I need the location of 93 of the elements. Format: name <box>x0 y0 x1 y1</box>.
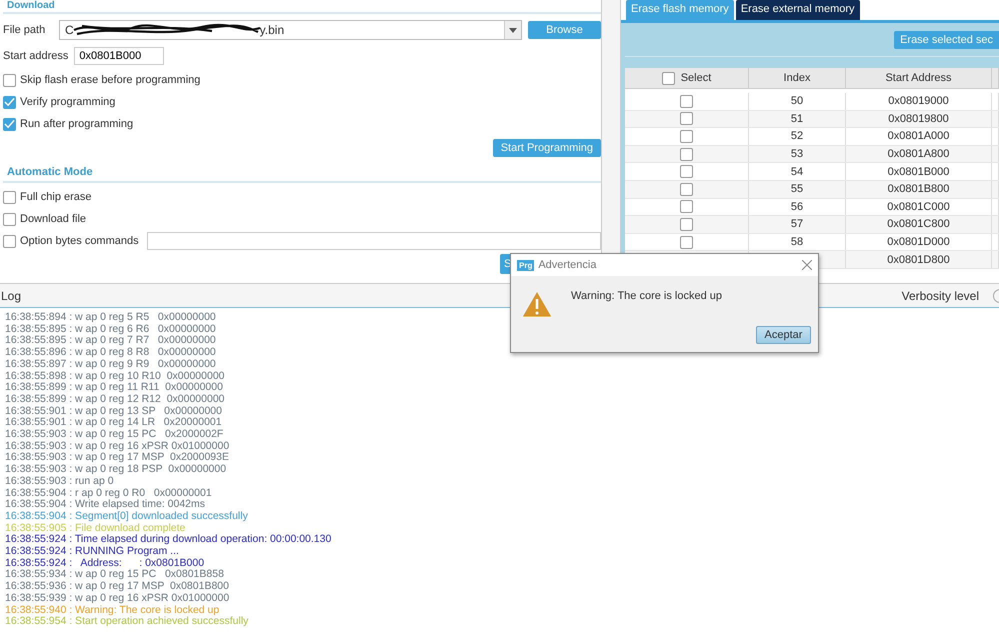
column-header: Start Address <box>846 68 992 88</box>
checkbox-label: Download file <box>20 213 86 225</box>
checkbox[interactable] <box>680 165 693 178</box>
log-line: 16:38:55:924 : Address: : 0x0801B000 <box>5 558 204 570</box>
checkbox[interactable] <box>3 212 16 226</box>
log-line: 16:38:55:904 : Write elapsed time: 0042ms <box>5 499 206 511</box>
checkbox[interactable] <box>3 118 16 130</box>
log-line: 16:38:55:903 : run ap 0 <box>5 476 114 488</box>
table-cell: 55 <box>790 183 804 196</box>
checkbox[interactable] <box>680 236 693 249</box>
table-cell: 51 <box>790 112 804 125</box>
checkbox-label: Verify programming <box>20 96 116 108</box>
table-cell: 53 <box>790 148 804 160</box>
log-line: 16:38:55:936 : w ap 0 reg 17 MSP 0x0801B800 <box>5 581 229 593</box>
log-line: 16:38:55:901 : w ap 0 reg 14 LR 0x20000001 <box>5 417 222 430</box>
log-line: 16:38:55:954 : Start operation achieved successfully <box>5 616 248 628</box>
tab[interactable]: Erase flash memory <box>626 0 734 20</box>
table-cell: 0x0801C000 <box>887 200 950 213</box>
checkbox[interactable] <box>680 112 693 126</box>
app-badge: Prg <box>517 260 534 270</box>
start-programming-button[interactable]: Start Programming <box>492 139 601 157</box>
log-line: 16:38:55:897 : w ap 0 reg 9 R9 0x00000000 <box>5 358 216 371</box>
checkbox-label: Option bytes commands <box>20 235 139 247</box>
checkbox[interactable] <box>680 182 693 196</box>
log-line: 16:38:55:899 : w ap 0 reg 12 R12 0x00000000 <box>5 394 225 406</box>
table-cell: 0x0801D800 <box>887 254 950 266</box>
table-cell: 0x0801A000 <box>888 130 950 142</box>
accept-button[interactable]: Aceptar <box>756 326 811 344</box>
checkbox-label: Full chip erase <box>20 191 92 203</box>
checkbox[interactable] <box>662 72 675 84</box>
log-line: 16:38:55:924 : Time elapsed during download operation: 00:00:00.130 <box>5 534 332 546</box>
field-label: Start address <box>3 50 68 62</box>
checkbox[interactable] <box>680 218 693 231</box>
checkbox[interactable] <box>3 190 16 204</box>
log-line: 16:38:55:939 : w ap 0 reg 16 xPSR 0x01000000 <box>5 592 230 605</box>
log-title: Log <box>0 288 22 302</box>
log-line: 16:38:55:896 : w ap 0 reg 8 R8 0x00000000 <box>5 347 216 359</box>
log-line: 16:38:55:904 : r ap 0 reg 0 R0 0x00000001 <box>5 488 212 499</box>
log-line: 16:38:55:940 : Warning: The core is locked up <box>5 604 220 616</box>
table-cell: 0x08019000 <box>888 95 949 108</box>
log-line: 16:38:55:894 : w ap 0 reg 5 R5 0x00000000 <box>5 312 216 324</box>
log-line: 16:38:55:934 : w ap 0 reg 15 PC 0x0801B858 <box>5 569 224 582</box>
table-cell: 52 <box>790 130 804 142</box>
table-cell: 0x0801B800 <box>888 183 950 196</box>
close-icon[interactable] <box>802 260 812 270</box>
checkbox-label: Run after programming <box>20 118 134 130</box>
checkbox[interactable] <box>680 130 693 143</box>
checkbox[interactable] <box>680 200 693 214</box>
table-cell: 58 <box>790 236 804 248</box>
start-address-field[interactable]: 0x0801B000 <box>74 47 164 65</box>
log-line: 16:38:55:899 : w ap 0 reg 11 R11 0x00000000 <box>5 382 223 394</box>
dialog-message: Warning: The core is locked up <box>571 290 722 302</box>
checkbox[interactable] <box>680 94 693 108</box>
erase-selected-button[interactable]: Erase selected sec <box>894 30 999 48</box>
log-line: 16:38:55:901 : w ap 0 reg 13 SP 0x00000000 <box>5 406 222 418</box>
section-title: Download <box>3 0 601 14</box>
log-line: 16:38:55:903 : w ap 0 reg 18 PSP 0x00000000 <box>5 464 226 476</box>
checkbox[interactable] <box>3 96 16 108</box>
table-cell: 54 <box>790 166 804 178</box>
option-bytes-field[interactable] <box>146 232 601 250</box>
section-title: Automatic Mode <box>3 167 601 183</box>
column-header-label: Select <box>680 72 712 84</box>
table-cell: 50 <box>790 95 804 108</box>
log-line: 16:38:55:903 : w ap 0 reg 16 xPSR 0x01000000 <box>5 440 230 452</box>
log-line: 16:38:55:903 : w ap 0 reg 17 MSP 0x2000093E <box>5 452 229 464</box>
table-cell: 0x0801C800 <box>887 218 950 230</box>
checkbox[interactable] <box>3 74 16 86</box>
verbosity-label: Verbosity level <box>902 288 979 302</box>
log-line: 16:38:55:903 : w ap 0 reg 15 PC 0x2000002F <box>5 429 224 441</box>
table-cell: 0x0801A800 <box>888 148 950 160</box>
table-cell: 0x0801D000 <box>887 236 950 248</box>
table-cell: 0x08019800 <box>888 112 949 125</box>
field-label: File path <box>3 24 46 36</box>
table-cell: 57 <box>790 218 804 230</box>
dropdown-button[interactable] <box>504 21 521 39</box>
dialog-title: Advertencia <box>538 259 596 271</box>
file-path-field[interactable]: C y.bin <box>59 20 522 40</box>
warning-icon <box>521 290 553 318</box>
log-line: 16:38:55:924 : RUNNING Program ... <box>5 546 179 558</box>
table-cell: 56 <box>790 200 804 213</box>
log-line: 16:38:55:905 : File download complete <box>5 522 186 534</box>
log-line: 16:38:55:904 : Segment[0] downloaded successfully <box>5 510 248 523</box>
log-line: 16:38:55:895 : w ap 0 reg 7 R7 0x00000000 <box>5 335 216 348</box>
browse-button[interactable]: Browse <box>528 21 601 39</box>
table-cell: 0x0801B000 <box>888 166 950 178</box>
checkbox[interactable] <box>3 234 16 248</box>
log-line: 16:38:55:895 : w ap 0 reg 6 R6 0x00000000 <box>5 324 216 336</box>
caret-icon <box>509 28 517 32</box>
checkbox-label: Skip flash erase before programming <box>20 74 200 86</box>
column-header: Index <box>749 68 846 88</box>
tab[interactable]: Erase external memory <box>736 0 860 20</box>
log-line: 16:38:55:898 : w ap 0 reg 10 R10 0x00000000 <box>5 370 225 382</box>
checkbox[interactable] <box>680 148 693 161</box>
